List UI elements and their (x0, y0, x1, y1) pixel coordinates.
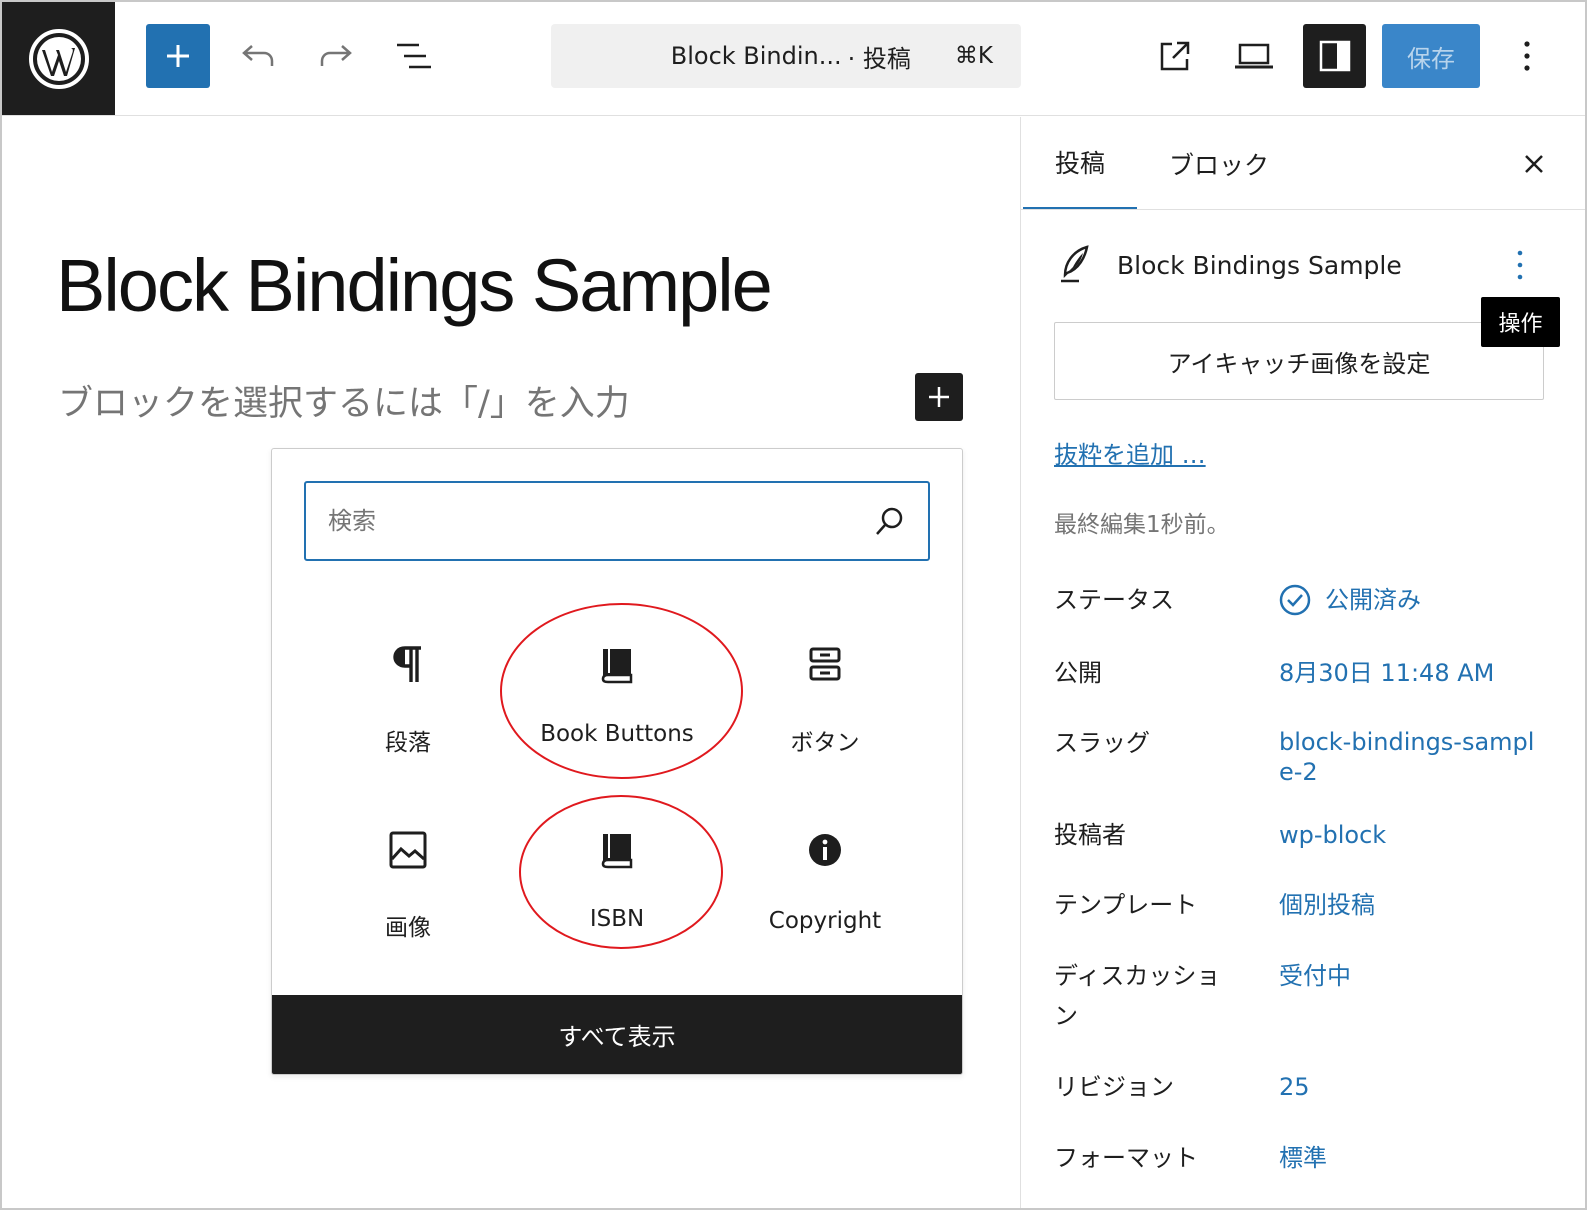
view-post-button[interactable] (1145, 24, 1205, 88)
block-item-copyright[interactable]: Copyright (725, 812, 925, 962)
top-toolbar: Block Bindin... · 投稿 ⌘K 保存 (2, 2, 1585, 116)
block-item-label: 画像 (385, 915, 431, 941)
shortcut-hint: ⌘K (954, 43, 993, 69)
redo-icon (320, 45, 352, 66)
block-item-label: 段落 (385, 730, 431, 756)
preview-button[interactable] (1224, 24, 1284, 88)
list-view-icon (397, 43, 431, 69)
settings-toggle-button[interactable] (1303, 24, 1366, 88)
slug-value[interactable]: block-bindings-sample-2 (1279, 727, 1539, 787)
format-value[interactable]: 標準 (1279, 1143, 1539, 1173)
browse-all-button[interactable]: すべて表示 (272, 995, 962, 1074)
editor-window: Block Bindin... · 投稿 ⌘K 保存 Block Binding… (0, 0, 1587, 1210)
block-search-input[interactable] (328, 507, 874, 535)
post-title[interactable]: Block Bindings Sample (56, 243, 773, 328)
block-item-paragraph[interactable]: 段落 (308, 627, 508, 777)
plus-icon (167, 45, 189, 67)
info-icon (807, 820, 843, 880)
block-item-buttons[interactable]: ボタン (725, 627, 925, 777)
post-card-title: Block Bindings Sample (1117, 251, 1402, 280)
tabs-divider (1021, 209, 1585, 210)
meta-label: 投稿者 (1054, 821, 1126, 849)
book-icon (600, 635, 634, 695)
post-actions-button[interactable] (1505, 243, 1535, 287)
block-placeholder[interactable]: ブロックを選択するには「/」を入力 (58, 375, 630, 426)
document-title: Block Bindin... (670, 42, 842, 70)
inline-add-block-button[interactable] (915, 373, 963, 421)
meta-label: ディスカッション (1054, 962, 1221, 1030)
block-search (304, 481, 930, 561)
more-vertical-icon (1517, 250, 1523, 280)
add-block-button[interactable] (146, 24, 210, 88)
add-excerpt-link[interactable]: 抜粋を追加 … (1054, 435, 1206, 470)
meta-label: 公開 (1054, 659, 1102, 687)
close-sidebar-button[interactable] (1509, 139, 1559, 189)
sidebar-icon (1319, 40, 1350, 72)
search-icon (876, 507, 903, 535)
status-value-button[interactable]: 公開済み (1279, 584, 1539, 616)
meta-label: ステータス (1054, 586, 1174, 614)
last-edited-text: 最終編集1秒前。 (1054, 512, 1230, 538)
command-palette-bar[interactable]: Block Bindin... · 投稿 ⌘K (551, 24, 1021, 88)
tab-block[interactable]: ブロック (1169, 117, 1269, 210)
document-overview-button[interactable] (384, 24, 444, 88)
discussion-value[interactable]: 受付中 (1279, 961, 1539, 991)
quick-inserter-popover: 段落 Book Buttons ボタン 画像 (271, 448, 963, 1075)
buttons-icon (809, 635, 841, 695)
block-item-label: ボタン (790, 730, 860, 756)
wordpress-logo-icon[interactable] (2, 2, 115, 115)
actions-tooltip: 操作 (1481, 297, 1560, 347)
block-item-label: Copyright (768, 908, 882, 934)
publish-date-value[interactable]: 8月30日 11:48 AM (1279, 658, 1539, 688)
block-item-book-buttons[interactable]: Book Buttons (517, 627, 717, 777)
undo-icon (242, 45, 274, 66)
external-link-icon (1160, 41, 1190, 71)
author-value[interactable]: wp-block (1279, 820, 1539, 850)
settings-sidebar: 投稿 ブロック Block Bindings Sample アイキャッチ画像を設… (1020, 117, 1585, 1208)
set-featured-image-button[interactable]: アイキャッチ画像を設定 (1054, 322, 1544, 400)
paragraph-icon (393, 635, 423, 695)
block-item-isbn[interactable]: ISBN (517, 812, 717, 962)
save-button[interactable]: 保存 (1382, 24, 1480, 88)
document-type: · 投稿 (847, 44, 911, 73)
tab-post[interactable]: 投稿 (1023, 117, 1137, 210)
meta-label: テンプレート (1054, 891, 1198, 919)
meta-label: リビジョン (1054, 1073, 1174, 1101)
image-icon (389, 820, 427, 880)
close-icon (1525, 155, 1543, 173)
redo-button[interactable] (306, 24, 366, 88)
undo-button[interactable] (228, 24, 288, 88)
meta-label: フォーマット (1054, 1144, 1198, 1172)
block-item-label: ISBN (589, 906, 645, 932)
block-item-image[interactable]: 画像 (308, 812, 508, 962)
revisions-value[interactable]: 25 (1279, 1072, 1539, 1102)
post-feather-icon (1059, 243, 1091, 287)
check-circle-icon (1279, 584, 1311, 616)
desktop-icon (1235, 43, 1273, 69)
options-menu-button[interactable] (1502, 24, 1552, 88)
template-value[interactable]: 個別投稿 (1279, 890, 1539, 920)
book-icon (600, 820, 634, 880)
block-item-label: Book Buttons (540, 721, 694, 747)
editor-canvas: Block Bindings Sample ブロックを選択するには「/」を入力 … (2, 117, 1020, 1208)
plus-icon (929, 387, 949, 407)
meta-label: スラッグ (1054, 729, 1150, 757)
more-vertical-icon (1524, 41, 1530, 71)
status-value: 公開済み (1325, 586, 1421, 614)
